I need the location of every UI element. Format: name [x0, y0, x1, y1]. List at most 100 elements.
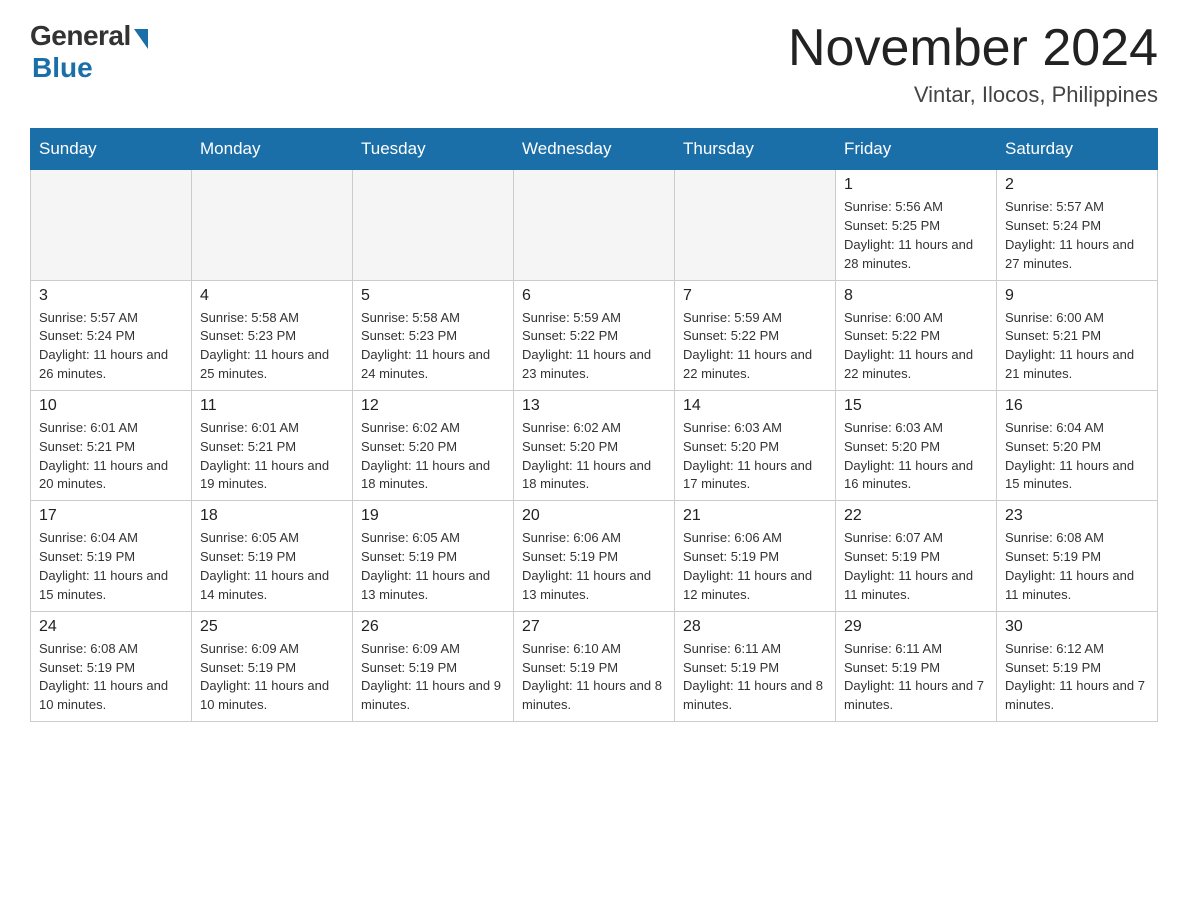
- day-number: 27: [522, 618, 666, 636]
- day-number: 13: [522, 397, 666, 415]
- day-info: Sunrise: 6:06 AM Sunset: 5:19 PM Dayligh…: [522, 529, 666, 604]
- day-info: Sunrise: 6:12 AM Sunset: 5:19 PM Dayligh…: [1005, 640, 1149, 715]
- day-number: 4: [200, 287, 344, 305]
- day-number: 7: [683, 287, 827, 305]
- calendar-cell: 7 Sunrise: 5:59 AM Sunset: 5:22 PM Daylig…: [675, 280, 836, 390]
- day-number: 11: [200, 397, 344, 415]
- day-info: Sunrise: 6:00 AM Sunset: 5:21 PM Dayligh…: [1005, 309, 1149, 384]
- calendar-cell: 13 Sunrise: 6:02 AM Sunset: 5:20 PM Dayli…: [514, 390, 675, 500]
- calendar-cell: 3 Sunrise: 5:57 AM Sunset: 5:24 PM Daylig…: [31, 280, 192, 390]
- calendar-week-row: 17Sunrise: 6:04 AM Sunset: 5:19 PM Dayli…: [31, 501, 1158, 611]
- day-info: Sunrise: 6:02 AM Sunset: 5:20 PM Dayligh…: [361, 419, 505, 494]
- day-number: 6: [522, 287, 666, 305]
- calendar-week-row: 3 Sunrise: 5:57 AM Sunset: 5:24 PM Daylig…: [31, 280, 1158, 390]
- day-info: Sunrise: 6:08 AM Sunset: 5:19 PM Dayligh…: [39, 640, 183, 715]
- calendar-cell: [675, 170, 836, 280]
- day-number: 8: [844, 287, 988, 305]
- day-number: 28: [683, 618, 827, 636]
- calendar-cell: 25Sunrise: 6:09 AM Sunset: 5:19 PM Dayli…: [192, 611, 353, 721]
- column-header-tuesday: Tuesday: [353, 129, 514, 170]
- day-number: 3: [39, 287, 183, 305]
- calendar-cell: 27 Sunrise: 6:10 AM Sunset: 5:19 PM Dayli…: [514, 611, 675, 721]
- day-number: 10: [39, 397, 183, 415]
- day-number: 30: [1005, 618, 1149, 636]
- calendar-cell: [353, 170, 514, 280]
- calendar-cell: 23Sunrise: 6:08 AM Sunset: 5:19 PM Dayli…: [997, 501, 1158, 611]
- day-info: Sunrise: 5:57 AM Sunset: 5:24 PM Dayligh…: [1005, 198, 1149, 273]
- month-year-title: November 2024: [788, 20, 1158, 77]
- column-header-monday: Monday: [192, 129, 353, 170]
- title-section: November 2024 Vintar, Ilocos, Philippine…: [788, 20, 1158, 108]
- day-info: Sunrise: 6:05 AM Sunset: 5:19 PM Dayligh…: [361, 529, 505, 604]
- calendar-cell: [192, 170, 353, 280]
- calendar-cell: 17Sunrise: 6:04 AM Sunset: 5:19 PM Dayli…: [31, 501, 192, 611]
- calendar-cell: 10 Sunrise: 6:01 AM Sunset: 5:21 PM Dayli…: [31, 390, 192, 500]
- calendar-cell: 19 Sunrise: 6:05 AM Sunset: 5:19 PM Dayli…: [353, 501, 514, 611]
- column-header-friday: Friday: [836, 129, 997, 170]
- day-info: Sunrise: 6:11 AM Sunset: 5:19 PM Dayligh…: [844, 640, 988, 715]
- calendar-cell: 26 Sunrise: 6:09 AM Sunset: 5:19 PM Dayli…: [353, 611, 514, 721]
- calendar-cell: 16 Sunrise: 6:04 AM Sunset: 5:20 PM Dayli…: [997, 390, 1158, 500]
- day-info: Sunrise: 6:10 AM Sunset: 5:19 PM Dayligh…: [522, 640, 666, 715]
- day-info: Sunrise: 6:00 AM Sunset: 5:22 PM Dayligh…: [844, 309, 988, 384]
- column-header-sunday: Sunday: [31, 129, 192, 170]
- calendar-cell: 15Sunrise: 6:03 AM Sunset: 5:20 PM Dayli…: [836, 390, 997, 500]
- day-info: Sunrise: 6:04 AM Sunset: 5:19 PM Dayligh…: [39, 529, 183, 604]
- day-info: Sunrise: 6:03 AM Sunset: 5:20 PM Dayligh…: [683, 419, 827, 494]
- column-header-saturday: Saturday: [997, 129, 1158, 170]
- calendar-week-row: 1 Sunrise: 5:56 AM Sunset: 5:25 PM Daylig…: [31, 170, 1158, 280]
- day-info: Sunrise: 6:02 AM Sunset: 5:20 PM Dayligh…: [522, 419, 666, 494]
- calendar-cell: [514, 170, 675, 280]
- calendar-cell: 28 Sunrise: 6:11 AM Sunset: 5:19 PM Dayli…: [675, 611, 836, 721]
- calendar-cell: 6 Sunrise: 5:59 AM Sunset: 5:22 PM Daylig…: [514, 280, 675, 390]
- day-info: Sunrise: 5:59 AM Sunset: 5:22 PM Dayligh…: [683, 309, 827, 384]
- calendar-week-row: 24 Sunrise: 6:08 AM Sunset: 5:19 PM Dayli…: [31, 611, 1158, 721]
- calendar-cell: 2 Sunrise: 5:57 AM Sunset: 5:24 PM Daylig…: [997, 170, 1158, 280]
- day-number: 1: [844, 176, 988, 194]
- calendar-cell: 5Sunrise: 5:58 AM Sunset: 5:23 PM Daylig…: [353, 280, 514, 390]
- calendar-cell: 21Sunrise: 6:06 AM Sunset: 5:19 PM Dayli…: [675, 501, 836, 611]
- calendar-cell: 18 Sunrise: 6:05 AM Sunset: 5:19 PM Dayli…: [192, 501, 353, 611]
- day-info: Sunrise: 6:01 AM Sunset: 5:21 PM Dayligh…: [39, 419, 183, 494]
- calendar-cell: 1 Sunrise: 5:56 AM Sunset: 5:25 PM Daylig…: [836, 170, 997, 280]
- day-number: 20: [522, 507, 666, 525]
- calendar-cell: 29Sunrise: 6:11 AM Sunset: 5:19 PM Dayli…: [836, 611, 997, 721]
- day-number: 24: [39, 618, 183, 636]
- day-info: Sunrise: 6:05 AM Sunset: 5:19 PM Dayligh…: [200, 529, 344, 604]
- day-number: 25: [200, 618, 344, 636]
- calendar-cell: 20 Sunrise: 6:06 AM Sunset: 5:19 PM Dayli…: [514, 501, 675, 611]
- day-number: 19: [361, 507, 505, 525]
- calendar-cell: 14 Sunrise: 6:03 AM Sunset: 5:20 PM Dayli…: [675, 390, 836, 500]
- logo-blue-text: Blue: [32, 52, 93, 84]
- logo-arrow-icon: [134, 29, 148, 49]
- calendar-table: SundayMondayTuesdayWednesdayThursdayFrid…: [30, 128, 1158, 722]
- day-info: Sunrise: 6:09 AM Sunset: 5:19 PM Dayligh…: [361, 640, 505, 715]
- calendar-cell: 9 Sunrise: 6:00 AM Sunset: 5:21 PM Daylig…: [997, 280, 1158, 390]
- day-number: 18: [200, 507, 344, 525]
- day-info: Sunrise: 5:59 AM Sunset: 5:22 PM Dayligh…: [522, 309, 666, 384]
- calendar-cell: 4 Sunrise: 5:58 AM Sunset: 5:23 PM Daylig…: [192, 280, 353, 390]
- day-number: 16: [1005, 397, 1149, 415]
- day-number: 21: [683, 507, 827, 525]
- logo: General Blue: [30, 20, 148, 84]
- day-number: 9: [1005, 287, 1149, 305]
- day-number: 2: [1005, 176, 1149, 194]
- calendar-cell: 11 Sunrise: 6:01 AM Sunset: 5:21 PM Dayli…: [192, 390, 353, 500]
- day-number: 5: [361, 287, 505, 305]
- day-info: Sunrise: 6:04 AM Sunset: 5:20 PM Dayligh…: [1005, 419, 1149, 494]
- day-info: Sunrise: 6:01 AM Sunset: 5:21 PM Dayligh…: [200, 419, 344, 494]
- calendar-cell: 24 Sunrise: 6:08 AM Sunset: 5:19 PM Dayli…: [31, 611, 192, 721]
- day-number: 14: [683, 397, 827, 415]
- day-info: Sunrise: 5:57 AM Sunset: 5:24 PM Dayligh…: [39, 309, 183, 384]
- day-info: Sunrise: 6:03 AM Sunset: 5:20 PM Dayligh…: [844, 419, 988, 494]
- day-number: 26: [361, 618, 505, 636]
- day-info: Sunrise: 6:11 AM Sunset: 5:19 PM Dayligh…: [683, 640, 827, 715]
- page-header: General Blue November 2024 Vintar, Iloco…: [30, 20, 1158, 108]
- column-header-wednesday: Wednesday: [514, 129, 675, 170]
- calendar-cell: 22Sunrise: 6:07 AM Sunset: 5:19 PM Dayli…: [836, 501, 997, 611]
- day-info: Sunrise: 5:56 AM Sunset: 5:25 PM Dayligh…: [844, 198, 988, 273]
- day-number: 22: [844, 507, 988, 525]
- day-info: Sunrise: 5:58 AM Sunset: 5:23 PM Dayligh…: [200, 309, 344, 384]
- day-number: 12: [361, 397, 505, 415]
- location-subtitle: Vintar, Ilocos, Philippines: [788, 82, 1158, 108]
